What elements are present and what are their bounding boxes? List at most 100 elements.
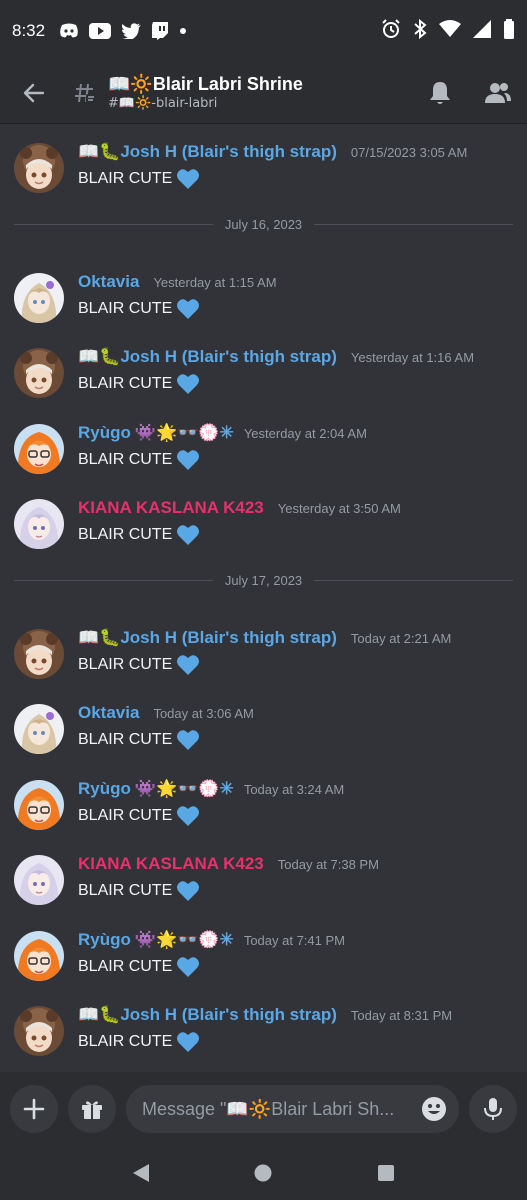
author-prefix: 📖🐛 <box>78 1005 121 1024</box>
members-button[interactable] <box>469 62 527 124</box>
date-divider-label: July 17, 2023 <box>224 573 303 588</box>
avatar[interactable] <box>14 348 64 398</box>
thread-hash-icon <box>68 81 102 105</box>
message-item[interactable]: Ryùgo 👾🌟👓💮✳ Today at 7:41 PM BLAIR CUTE <box>0 930 527 994</box>
message-item[interactable]: Oktavia Yesterday at 1:15 AM BLAIR CUTE <box>0 272 527 336</box>
message-header: Ryùgo 👾🌟👓💮✳ Yesterday at 2:04 AM <box>78 423 367 443</box>
gift-button[interactable] <box>68 1085 116 1133</box>
message-item[interactable]: Ryùgo 👾🌟👓💮✳ Today at 3:24 AM BLAIR CUTE <box>0 779 527 843</box>
message-input[interactable] <box>142 1098 421 1120</box>
author-label: Ryùgo <box>78 422 131 442</box>
status-bar: 8:32 <box>0 0 527 62</box>
avatar[interactable] <box>14 930 64 981</box>
message-text: BLAIR CUTE <box>78 526 173 543</box>
nav-home-circle-icon[interactable] <box>253 1163 273 1183</box>
channel-title: 📖🔆Blair Labri Shrine <box>108 74 303 94</box>
author-name[interactable]: Ryùgo 👾🌟👓💮✳ <box>78 930 234 950</box>
message-body: BLAIR CUTE <box>78 880 200 902</box>
message-body: BLAIR CUTE <box>78 805 200 827</box>
message-body: BLAIR CUTE <box>78 729 200 751</box>
author-suffix: 👾🌟👓💮✳ <box>134 778 234 798</box>
blue-heart-icon <box>177 374 200 394</box>
alarm-icon <box>381 19 401 43</box>
message-header: Oktavia Yesterday at 1:15 AM <box>78 272 277 292</box>
avatar[interactable] <box>14 499 64 549</box>
author-label: Josh H (Blair's thigh strap) <box>120 347 337 366</box>
status-time: 8:32 <box>12 21 46 40</box>
message-body: BLAIR CUTE <box>78 654 200 676</box>
avatar[interactable] <box>14 272 64 323</box>
author-label: KIANA KASLANA K423 <box>78 498 264 517</box>
message-item[interactable]: KIANA KASLANA K423 Yesterday at 3:50 AM BL… <box>0 498 527 562</box>
nav-recents-square-icon[interactable] <box>376 1163 396 1183</box>
message-body: BLAIR CUTE <box>78 168 200 190</box>
blue-heart-icon <box>177 881 200 901</box>
author-label: Josh H (Blair's thigh strap) <box>120 627 337 647</box>
avatar[interactable] <box>14 704 64 754</box>
message-body: BLAIR CUTE <box>78 449 200 471</box>
avatar[interactable] <box>14 423 64 474</box>
arrow-left-icon <box>23 83 45 102</box>
twitter-icon <box>121 23 142 39</box>
author-name[interactable]: 📖🐛Josh H (Blair's thigh strap) <box>78 628 341 648</box>
gift-icon <box>82 1101 102 1119</box>
author-label: Josh H (Blair's thigh strap) <box>120 142 337 161</box>
author-name[interactable]: KIANA KASLANA K423 <box>78 498 268 518</box>
notifications-button[interactable] <box>411 62 469 124</box>
message-item[interactable]: 📖🐛Josh H (Blair's thigh strap) Today at 2… <box>0 628 527 692</box>
author-label: KIANA KASLANA K423 <box>78 854 264 873</box>
message-header: 📖🐛Josh H (Blair's thigh strap) 07/15/2023… <box>78 142 467 162</box>
message-text: BLAIR CUTE <box>78 375 173 392</box>
blue-heart-icon <box>177 169 200 189</box>
bell-icon <box>430 81 450 104</box>
avatar[interactable] <box>14 628 64 679</box>
author-name[interactable]: KIANA KASLANA K423 <box>78 854 268 874</box>
system-icons <box>381 18 515 43</box>
avatar[interactable] <box>14 779 64 830</box>
attach-button[interactable] <box>10 1085 58 1133</box>
author-name[interactable]: Oktavia <box>78 703 143 723</box>
message-item[interactable]: Oktavia Today at 3:06 AM BLAIR CUTE <box>0 703 527 767</box>
message-timestamp: Today at 3:06 AM <box>153 706 254 721</box>
author-name[interactable]: Oktavia <box>78 272 143 292</box>
message-item[interactable]: KIANA KASLANA K423 Today at 7:38 PM BLAIR … <box>0 854 527 918</box>
message-text: BLAIR CUTE <box>78 299 173 317</box>
message-item[interactable]: 📖🐛Josh H (Blair's thigh strap) Today at 8… <box>0 1005 527 1069</box>
blue-heart-icon <box>177 1032 200 1052</box>
author-label: Oktavia <box>78 271 140 291</box>
message-item[interactable]: Ryùgo 👾🌟👓💮✳ Yesterday at 2:04 AM BLAIR CUTE <box>0 423 527 487</box>
nav-back-triangle-icon[interactable] <box>131 1162 151 1184</box>
message-header: Ryùgo 👾🌟👓💮✳ Today at 3:24 AM <box>78 779 344 799</box>
message-text: BLAIR CUTE <box>78 806 173 824</box>
author-name[interactable]: 📖🐛Josh H (Blair's thigh strap) <box>78 1005 341 1025</box>
author-name[interactable]: 📖🐛Josh H (Blair's thigh strap) <box>78 142 341 162</box>
bluetooth-icon <box>413 18 427 43</box>
author-name[interactable]: 📖🐛Josh H (Blair's thigh strap) <box>78 347 341 367</box>
voice-message-button[interactable] <box>469 1085 517 1133</box>
message-composer <box>0 1072 527 1146</box>
discord-icon <box>59 23 79 39</box>
blue-heart-icon <box>177 730 200 750</box>
message-item[interactable]: 📖🐛Josh H (Blair's thigh strap) 07/15/2023… <box>0 142 527 206</box>
blue-heart-icon <box>177 805 200 826</box>
back-button[interactable] <box>0 62 68 124</box>
channel-info[interactable]: 📖🔆Blair Labri Shrine #📖🔆-blair-labri <box>102 74 411 111</box>
author-name[interactable]: Ryùgo 👾🌟👓💮✳ <box>78 779 234 799</box>
emoji-icon[interactable] <box>421 1096 447 1122</box>
battery-icon <box>503 19 515 43</box>
author-name[interactable]: Ryùgo 👾🌟👓💮✳ <box>78 423 234 443</box>
message-item[interactable]: 📖🐛Josh H (Blair's thigh strap) Yesterday … <box>0 347 527 411</box>
message-header: Ryùgo 👾🌟👓💮✳ Today at 7:41 PM <box>78 930 345 950</box>
microphone-icon <box>484 1098 502 1120</box>
message-text: BLAIR CUTE <box>78 655 173 673</box>
avatar[interactable] <box>14 855 64 905</box>
avatar[interactable] <box>14 1006 64 1056</box>
message-timestamp: Yesterday at 1:16 AM <box>350 350 475 365</box>
date-divider: July 16, 2023 <box>14 215 513 235</box>
message-header: KIANA KASLANA K423 Today at 7:38 PM <box>78 854 379 874</box>
avatar[interactable] <box>14 143 64 193</box>
message-body: BLAIR CUTE <box>78 956 200 978</box>
message-list[interactable]: 📖🐛Josh H (Blair's thigh strap) 07/15/2023… <box>0 124 527 1072</box>
message-header: 📖🐛Josh H (Blair's thigh strap) Today at 2… <box>78 628 451 648</box>
author-prefix: 📖🐛 <box>78 627 121 647</box>
